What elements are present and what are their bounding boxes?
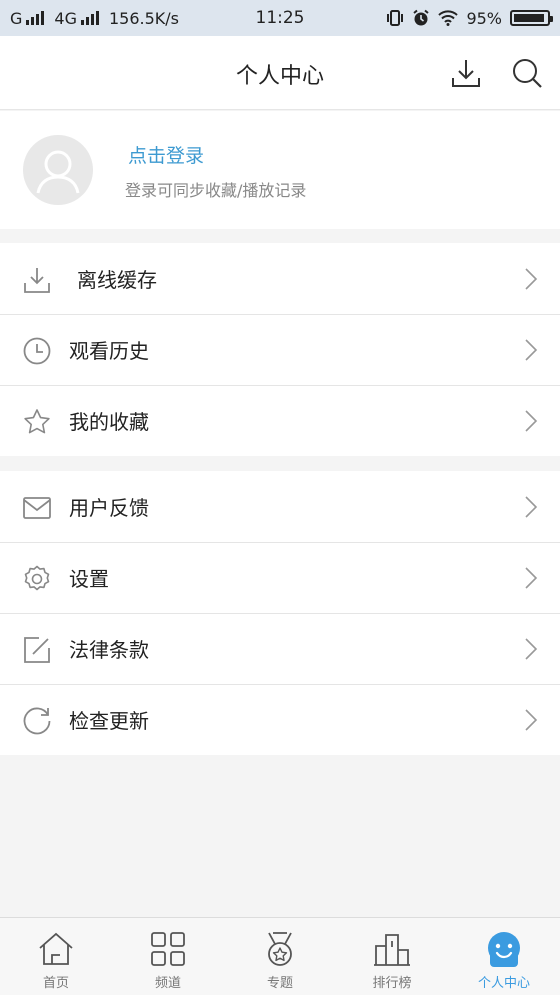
menu-item-settings[interactable]: 设置 — [0, 542, 560, 613]
search-icon[interactable] — [510, 56, 544, 90]
user-avatar-icon[interactable] — [23, 135, 93, 205]
signal-icon — [26, 11, 45, 25]
chevron-right-icon — [525, 709, 538, 731]
login-link[interactable]: 点击登录 — [128, 141, 204, 168]
menu-item-offline-cache[interactable]: 离线缓存 — [0, 243, 560, 314]
vibrate-icon — [387, 10, 404, 26]
tab-ranking[interactable]: 排行榜 — [336, 918, 448, 995]
chevron-right-icon — [525, 496, 538, 518]
bottom-tab-bar: 首页 频道 专题 排行榜 个人中心 — [0, 917, 560, 995]
menu-group-1: 离线缓存 观看历史 我的收藏 — [0, 243, 560, 456]
profile-face-icon — [488, 932, 520, 967]
gear-icon — [24, 565, 50, 591]
status-bar: G 4G 156.5K/s 11:25 95% — [0, 0, 560, 36]
chevron-right-icon — [525, 638, 538, 660]
tab-profile[interactable]: 个人中心 — [448, 918, 560, 995]
tab-label: 个人中心 — [477, 976, 530, 991]
menu-item-watch-history[interactable]: 观看历史 — [0, 314, 560, 385]
download-icon[interactable] — [449, 56, 483, 90]
tab-channels[interactable]: 频道 — [112, 918, 224, 995]
alarm-icon — [413, 9, 430, 26]
wifi-icon — [438, 10, 459, 26]
menu-item-label: 我的收藏 — [69, 410, 149, 434]
menu-item-label: 法律条款 — [69, 638, 149, 662]
signal-icon — [80, 11, 99, 25]
network-label: 4G — [54, 8, 77, 28]
edit-icon — [24, 637, 50, 663]
login-hint: 登录可同步收藏/播放记录 — [125, 181, 307, 200]
tab-label: 排行榜 — [372, 976, 412, 991]
network-speed: 156.5K/s — [108, 8, 180, 28]
menu-item-label: 观看历史 — [69, 339, 149, 363]
home-icon — [39, 932, 73, 965]
tab-label: 频道 — [154, 976, 181, 991]
menu-item-check-update[interactable]: 检查更新 — [0, 684, 560, 755]
battery-percent: 95% — [466, 8, 502, 28]
tab-label: 专题 — [266, 976, 293, 991]
battery-icon — [510, 10, 553, 26]
chevron-right-icon — [525, 339, 538, 361]
tab-home[interactable]: 首页 — [0, 918, 112, 995]
grid-icon — [151, 932, 185, 966]
chevron-right-icon — [525, 410, 538, 432]
tab-label: 首页 — [42, 976, 69, 991]
medal-icon — [268, 932, 292, 966]
ranking-icon — [374, 934, 410, 966]
menu-item-legal[interactable]: 法律条款 — [0, 613, 560, 684]
chevron-right-icon — [525, 268, 538, 290]
carrier-label: G — [10, 8, 23, 28]
menu-item-label: 离线缓存 — [77, 268, 157, 292]
menu-group-2: 用户反馈 设置 法律条款 检查更新 — [0, 471, 560, 755]
menu-item-feedback[interactable]: 用户反馈 — [0, 471, 560, 542]
menu-item-label: 设置 — [69, 567, 109, 591]
mail-icon — [23, 497, 51, 519]
header: 个人中心 — [0, 36, 560, 110]
download-icon — [24, 268, 50, 293]
menu-item-label: 用户反馈 — [69, 496, 149, 520]
star-icon — [24, 409, 50, 434]
menu-item-label: 检查更新 — [69, 709, 149, 733]
clock-icon — [23, 337, 51, 365]
refresh-icon — [23, 707, 51, 735]
tab-topics[interactable]: 专题 — [224, 918, 336, 995]
profile-card[interactable]: 点击登录 登录可同步收藏/播放记录 — [0, 111, 560, 229]
chevron-right-icon — [525, 567, 538, 589]
menu-item-favorites[interactable]: 我的收藏 — [0, 385, 560, 456]
